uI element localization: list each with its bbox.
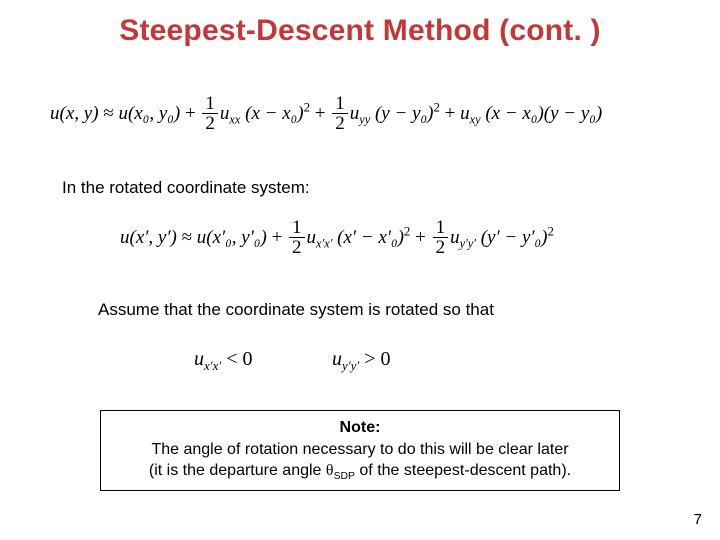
eq2-uyy-sub: y′y′ xyxy=(460,237,476,251)
eq2-plus1: + xyxy=(267,227,287,248)
eq1-args: (x, y) xyxy=(60,103,99,124)
eq1-uxx: u xyxy=(220,103,230,124)
cond1-sub: x′x′ xyxy=(204,358,221,373)
eq1-u0: u xyxy=(118,103,128,124)
eq2-approx: ≈ xyxy=(177,227,197,248)
equation-full-taylor: u(x, y) ≈ u(x₀, y₀) + 12uxx (x − x₀)2 + … xyxy=(50,94,670,135)
cond2-sub: y′y′ xyxy=(342,358,359,373)
note-title: Note: xyxy=(340,419,381,436)
eq2-uyy: u xyxy=(450,227,460,248)
eq1-args0: (x₀, y₀) xyxy=(128,103,180,124)
eq1-term-xx: (x − x₀) xyxy=(240,103,303,124)
eq1-approx: ≈ xyxy=(99,103,119,124)
note-line-1: The angle of rotation necessary to do th… xyxy=(151,441,568,458)
eq1-uyy: u xyxy=(350,103,360,124)
eq2-uxx-sub: x′x′ xyxy=(316,237,332,251)
eq1-uyy-sub: yy xyxy=(359,113,370,127)
note-sdp-sub: SDP xyxy=(334,471,355,482)
eq1-term-xy-b: (y − y₀) xyxy=(544,103,602,124)
eq2-args0: (x′₀, y′₀) xyxy=(206,227,267,248)
note-box: Note: The angle of rotation necessary to… xyxy=(100,410,620,491)
slide-title: Steepest-Descent Method (cont. ) xyxy=(0,0,720,48)
eq1-uxx-sub: xx xyxy=(229,113,240,127)
equation-rotated-taylor: u(x′, y′) ≈ u(x′₀, y′₀) + 12ux′x′ (x′ − … xyxy=(120,218,640,259)
eq2-uxx: u xyxy=(307,227,317,248)
eq2-term-xx: (x′ − x′₀) xyxy=(332,227,404,248)
eq2-sq2: 2 xyxy=(547,223,553,238)
eq2-args: (x′, y′) xyxy=(130,227,177,248)
note-theta: θ xyxy=(326,462,334,479)
condition-uxx-neg: ux′x′ < 0 xyxy=(194,348,253,371)
slide: Steepest-Descent Method (cont. ) u(x, y)… xyxy=(0,0,720,540)
half-1: 12 xyxy=(202,94,218,135)
eq2-plus2: + xyxy=(410,227,430,248)
eq1-plus1: + xyxy=(180,103,200,124)
eq1-term-xy-a: (x − x₀) xyxy=(481,103,544,124)
half-4: 12 xyxy=(433,218,449,259)
note-line-2b: of the steepest-descent path). xyxy=(355,462,571,479)
cond2-op: > 0 xyxy=(359,348,390,370)
page-number: 7 xyxy=(694,511,702,528)
condition-uyy-pos: uy′y′ > 0 xyxy=(332,348,391,371)
eq1-uxy: u xyxy=(460,103,470,124)
eq1-plus3: + xyxy=(440,103,460,124)
half-2: 12 xyxy=(332,94,348,135)
text-rotated-intro: In the rotated coordinate system: xyxy=(62,178,310,198)
eq1-plus2: + xyxy=(310,103,330,124)
eq2-term-yy: (y′ − y′₀) xyxy=(476,227,548,248)
eq2-u0: u xyxy=(197,227,207,248)
eq1-uxy-sub: xy xyxy=(470,113,481,127)
cond2-u: u xyxy=(332,348,342,370)
eq2-u: u xyxy=(120,227,130,248)
eq1-term-yy: (y − y₀) xyxy=(370,103,433,124)
text-assume-rotated: Assume that the coordinate system is rot… xyxy=(98,300,494,320)
cond1-u: u xyxy=(194,348,204,370)
eq1-u: u xyxy=(50,103,60,124)
cond1-op: < 0 xyxy=(221,348,252,370)
note-line-2a: (it is the departure angle xyxy=(149,462,326,479)
half-3: 12 xyxy=(289,218,305,259)
